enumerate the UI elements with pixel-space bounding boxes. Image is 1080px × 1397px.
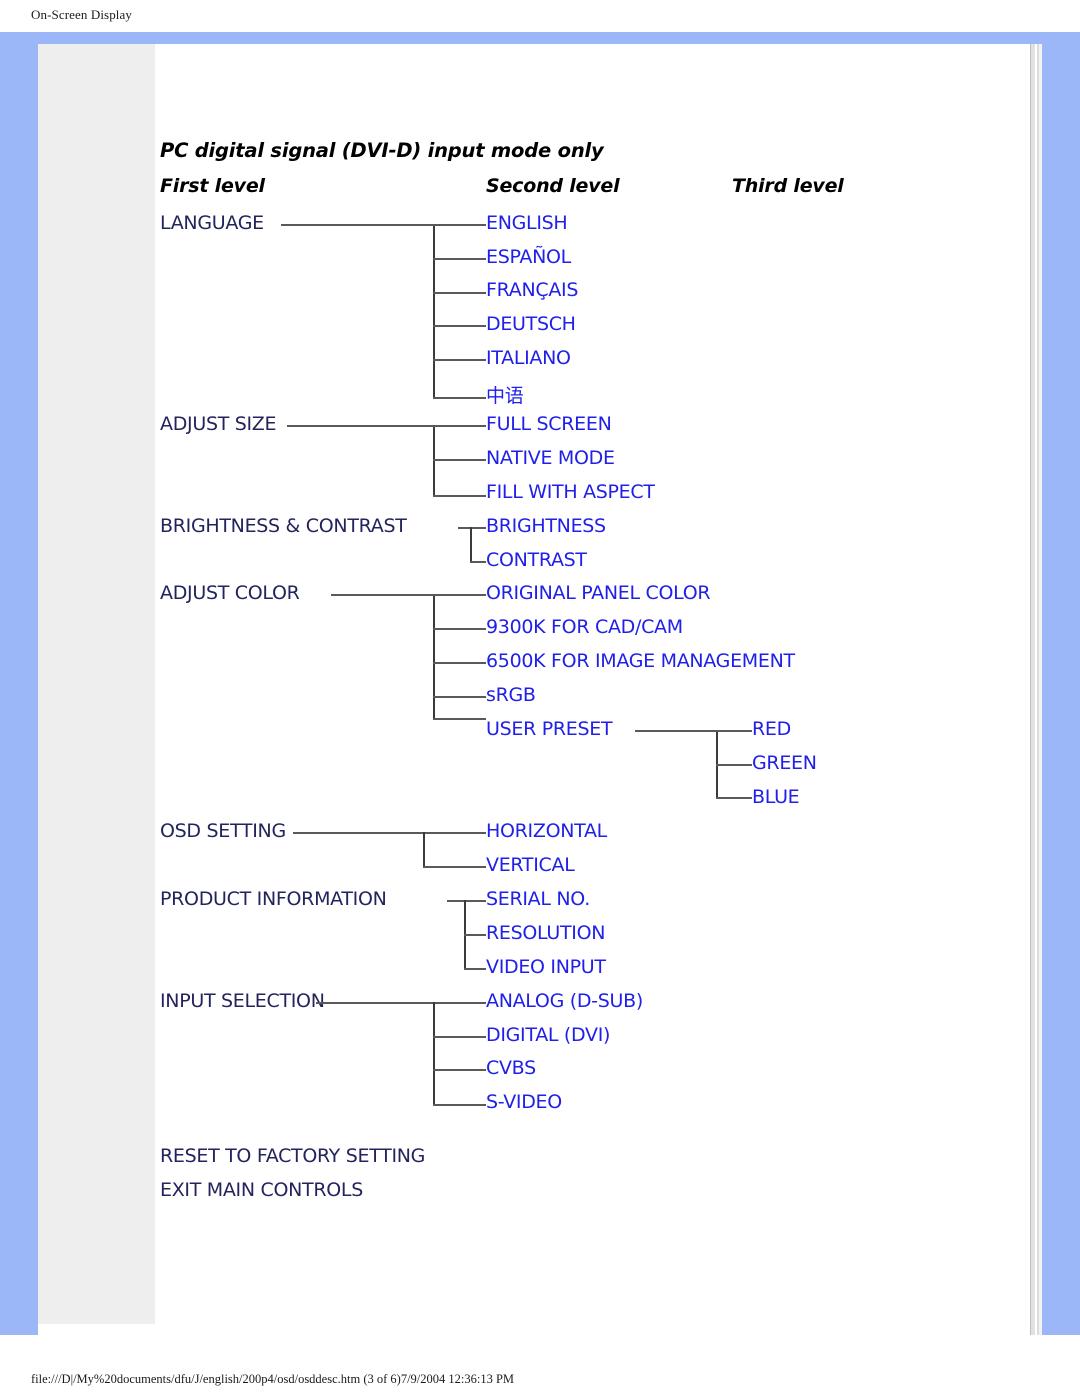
second-level-item-contrast[interactable]: CONTRAST bbox=[486, 549, 587, 571]
first-level-item-product-information[interactable]: PRODUCT INFORMATION bbox=[160, 888, 387, 910]
connector-line bbox=[433, 718, 486, 720]
page-frame: PC digital signal (DVI-D) input mode onl… bbox=[0, 32, 1080, 1335]
second-level-item-italiano[interactable]: ITALIANO bbox=[486, 347, 571, 369]
page-right-gutter bbox=[1030, 44, 1042, 1335]
connector-line bbox=[433, 459, 486, 461]
second-level-item-analog-d-sub[interactable]: ANALOG (D-SUB) bbox=[486, 990, 643, 1012]
connector-line bbox=[433, 258, 486, 260]
connector-line bbox=[316, 1002, 486, 1004]
first-level-item-exit-main-controls[interactable]: EXIT MAIN CONTROLS bbox=[160, 1179, 363, 1201]
second-level-item-9300k-for-cad-cam[interactable]: 9300K FOR CAD/CAM bbox=[486, 616, 683, 638]
second-level-item-espanol[interactable]: ESPAÑOL bbox=[486, 246, 571, 268]
second-level-item-english[interactable]: ENGLISH bbox=[486, 212, 568, 234]
connector-line bbox=[293, 832, 486, 834]
connector-line bbox=[433, 594, 435, 720]
connector-line bbox=[716, 730, 752, 732]
third-level-item-red[interactable]: RED bbox=[752, 718, 791, 740]
connector-line bbox=[433, 425, 435, 497]
document-footer-path: file:///D|/My%20documents/dfu/J/english/… bbox=[31, 1372, 515, 1386]
second-level-item-deutsch[interactable]: DEUTSCH bbox=[486, 313, 576, 335]
connector-line bbox=[433, 359, 486, 361]
second-level-item-fill-with-aspect[interactable]: FILL WITH ASPECT bbox=[486, 481, 655, 503]
connector-line bbox=[458, 527, 486, 529]
connector-line bbox=[635, 730, 717, 732]
connector-line bbox=[433, 628, 486, 630]
connector-line bbox=[287, 425, 434, 427]
connector-line bbox=[464, 934, 486, 936]
second-level-item-s-video[interactable]: S-VIDEO bbox=[486, 1091, 562, 1113]
connector-line bbox=[423, 832, 425, 868]
second-level-item-cvbs[interactable]: CVBS bbox=[486, 1057, 536, 1079]
second-level-item-francais[interactable]: FRANÇAIS bbox=[486, 279, 578, 301]
second-level-item-serial-no[interactable]: SERIAL NO. bbox=[486, 888, 590, 910]
column-header-second-level: Second level bbox=[486, 175, 620, 197]
second-level-item-full-screen[interactable]: FULL SCREEN bbox=[486, 413, 612, 435]
first-level-item-adjust-size[interactable]: ADJUST SIZE bbox=[160, 413, 277, 435]
connector-line bbox=[433, 224, 486, 226]
second-level-item-brightness[interactable]: BRIGHTNESS bbox=[486, 515, 606, 537]
connector-line bbox=[433, 1002, 435, 1106]
third-level-item-blue[interactable]: BLUE bbox=[752, 786, 800, 808]
connector-line bbox=[433, 594, 486, 596]
connector-line bbox=[433, 224, 435, 399]
second-level-item-original-panel-color[interactable]: ORIGINAL PANEL COLOR bbox=[486, 582, 711, 604]
first-level-item-language[interactable]: LANGUAGE bbox=[160, 212, 264, 234]
second-level-item-srgb[interactable]: sRGB bbox=[486, 684, 536, 706]
connector-line bbox=[464, 968, 486, 970]
second-level-item-resolution[interactable]: RESOLUTION bbox=[486, 922, 605, 944]
page-content-area: PC digital signal (DVI-D) input mode onl… bbox=[38, 44, 1042, 1335]
second-level-item-digital-dvi[interactable]: DIGITAL (DVI) bbox=[486, 1024, 610, 1046]
second-level-item-native-mode[interactable]: NATIVE MODE bbox=[486, 447, 615, 469]
connector-line bbox=[433, 662, 486, 664]
connector-line bbox=[447, 900, 486, 902]
connector-line bbox=[433, 397, 486, 399]
first-level-item-input-selection[interactable]: INPUT SELECTION bbox=[160, 990, 325, 1012]
second-level-item-chinese[interactable]: 中语 bbox=[486, 381, 524, 408]
connector-line bbox=[433, 1036, 486, 1038]
connector-line bbox=[470, 527, 472, 563]
connector-line bbox=[281, 224, 434, 226]
first-level-item-adjust-color[interactable]: ADJUST COLOR bbox=[160, 582, 300, 604]
diagram-title: PC digital signal (DVI-D) input mode onl… bbox=[160, 139, 604, 162]
column-header-first-level: First level bbox=[160, 175, 265, 197]
second-level-item-vertical[interactable]: VERTICAL bbox=[486, 854, 575, 876]
osd-menu-tree-diagram: PC digital signal (DVI-D) input mode onl… bbox=[38, 44, 1042, 1335]
connector-line bbox=[433, 292, 486, 294]
connector-line bbox=[716, 764, 752, 766]
column-header-third-level: Third level bbox=[732, 175, 844, 197]
first-level-item-brightness-and-contrast[interactable]: BRIGHTNESS & CONTRAST bbox=[160, 515, 407, 537]
connector-line bbox=[433, 1104, 486, 1106]
connector-line bbox=[433, 1069, 486, 1071]
second-level-item-user-preset[interactable]: USER PRESET bbox=[486, 718, 613, 740]
connector-line bbox=[331, 594, 434, 596]
second-level-item-6500k-for-image-management[interactable]: 6500K FOR IMAGE MANAGEMENT bbox=[486, 650, 795, 672]
connector-line bbox=[716, 797, 752, 799]
connector-line bbox=[433, 696, 486, 698]
second-level-item-video-input[interactable]: VIDEO INPUT bbox=[486, 956, 606, 978]
first-level-item-osd-setting[interactable]: OSD SETTING bbox=[160, 820, 286, 842]
second-level-item-horizontal[interactable]: HORIZONTAL bbox=[486, 820, 607, 842]
connector-line bbox=[433, 495, 486, 497]
first-level-item-reset-to-factory-setting[interactable]: RESET TO FACTORY SETTING bbox=[160, 1145, 425, 1167]
document-header-title: On-Screen Display bbox=[31, 7, 132, 22]
third-level-item-green[interactable]: GREEN bbox=[752, 752, 817, 774]
connector-line bbox=[470, 561, 486, 563]
connector-line bbox=[423, 866, 486, 868]
connector-line bbox=[433, 325, 486, 327]
connector-line bbox=[433, 425, 486, 427]
